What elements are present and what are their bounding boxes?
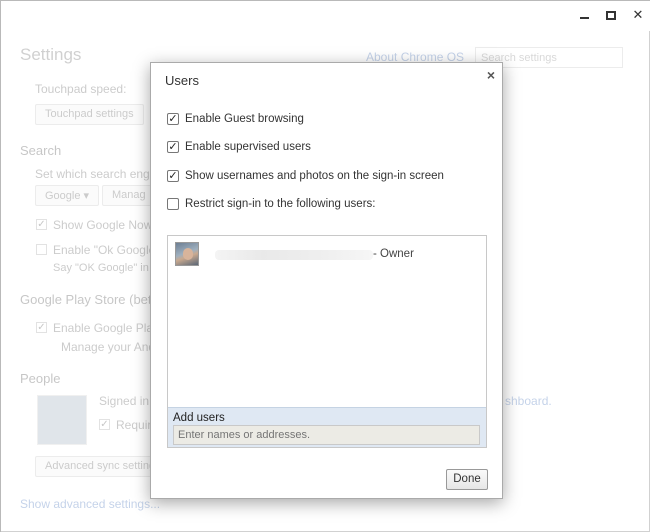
dialog-title: Users: [165, 73, 199, 88]
users-dialog: Users × ✓ Enable Guest browsing ✓ Enable…: [150, 62, 503, 499]
owner-label: - Owner: [373, 248, 414, 260]
show-usernames-photos-option[interactable]: ✓ Show usernames and photos on the sign-…: [167, 168, 444, 184]
maximize-button[interactable]: [603, 7, 619, 23]
titlebar: ✕: [1, 1, 650, 31]
restrict-sign-in-option[interactable]: Restrict sign-in to the following users:: [167, 196, 375, 212]
show-usernames-photos-label: Show usernames and photos on the sign-in…: [185, 170, 444, 182]
enable-supervised-users-checkbox[interactable]: ✓: [167, 141, 179, 153]
dialog-close-button[interactable]: ×: [484, 68, 498, 82]
minimize-button[interactable]: [576, 7, 592, 23]
done-button[interactable]: Done: [446, 469, 488, 490]
add-users-section: Add users: [168, 407, 486, 447]
minimize-icon: [579, 17, 589, 19]
restrict-sign-in-checkbox[interactable]: [167, 198, 179, 210]
enable-guest-browsing-checkbox[interactable]: ✓: [167, 113, 179, 125]
allowed-users-list: - Owner Add users: [167, 235, 487, 448]
maximize-icon: [606, 10, 616, 20]
avatar: [175, 242, 199, 266]
enable-supervised-users-option[interactable]: ✓ Enable supervised users: [167, 139, 311, 155]
close-icon: ×: [486, 67, 496, 83]
close-icon: ✕: [632, 7, 644, 22]
list-item[interactable]: - Owner: [175, 242, 475, 268]
enable-supervised-users-label: Enable supervised users: [185, 141, 311, 153]
chrome-window: ✕ Settings About Chrome OS Touchpad spee…: [0, 0, 650, 532]
restrict-sign-in-label: Restrict sign-in to the following users:: [185, 198, 376, 210]
add-users-label: Add users: [173, 412, 225, 424]
add-users-input[interactable]: [173, 425, 480, 445]
enable-guest-browsing-option[interactable]: ✓ Enable Guest browsing: [167, 111, 304, 127]
enable-guest-browsing-label: Enable Guest browsing: [185, 113, 304, 125]
window-close-button[interactable]: ✕: [630, 7, 646, 23]
redacted-email: [215, 250, 373, 260]
show-usernames-photos-checkbox[interactable]: ✓: [167, 170, 179, 182]
